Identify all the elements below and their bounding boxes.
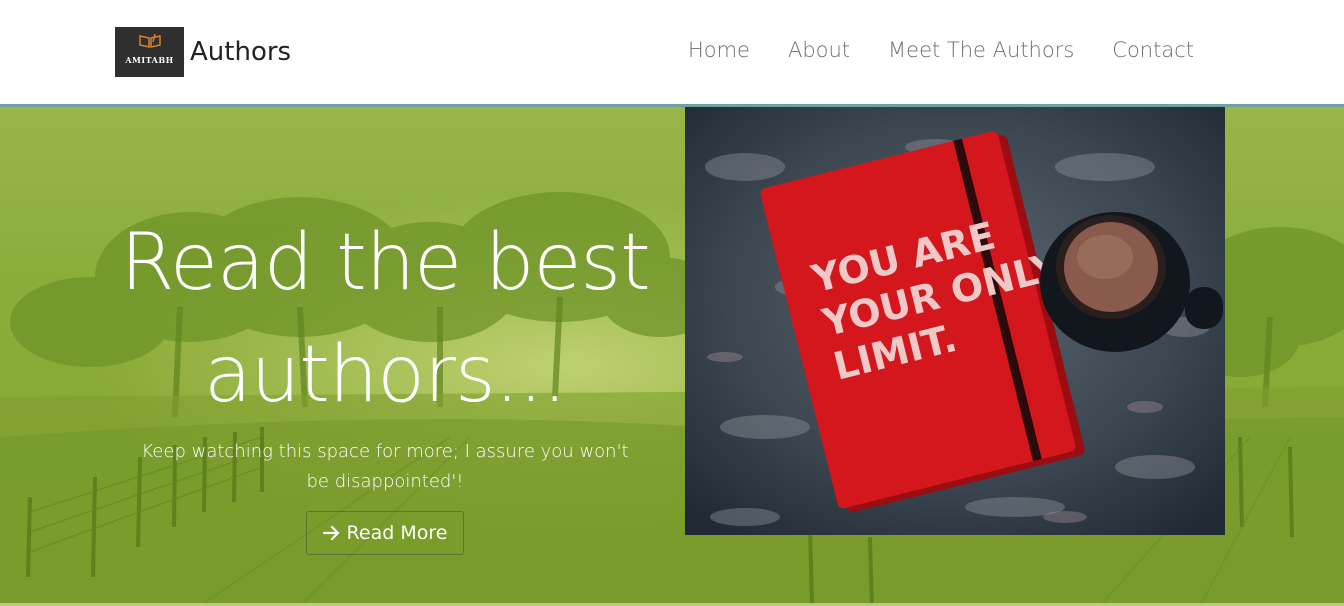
hero-title: Read the best authors...: [115, 207, 655, 431]
hero-subtitle: Keep watching this space for more; I ass…: [141, 441, 629, 492]
hero-section: Read the best authors... Keep watching t…: [0, 107, 1344, 606]
logo-text: AMITABH: [125, 55, 174, 65]
arrow-right-icon: [322, 525, 339, 541]
nav-meet-the-authors[interactable]: Meet The Authors: [888, 38, 1074, 62]
hero-text-block: Read the best authors... Keep watching t…: [115, 207, 655, 555]
hero-notebook-image: YOU ARE YOUR ONLY LIMIT.: [685, 107, 1225, 535]
read-more-button[interactable]: Read More: [305, 511, 465, 555]
navbar: AMITABH Authors Home About Meet The Auth…: [0, 0, 1344, 104]
nav-contact[interactable]: Contact: [1112, 38, 1194, 62]
hero-title-line-1: Read the best: [120, 218, 650, 308]
logo: AMITABH: [115, 27, 184, 77]
navbar-divider: [0, 104, 1344, 107]
brand-name: Authors: [190, 37, 292, 67]
nav-about[interactable]: About: [788, 38, 850, 62]
brand-link[interactable]: AMITABH Authors: [115, 27, 291, 77]
book-icon: [139, 34, 161, 48]
hero-title-line-2: authors...: [203, 330, 567, 420]
read-more-label: Read More: [346, 522, 448, 544]
main-nav: Home About Meet The Authors Contact: [688, 38, 1194, 62]
nav-home[interactable]: Home: [688, 38, 750, 62]
